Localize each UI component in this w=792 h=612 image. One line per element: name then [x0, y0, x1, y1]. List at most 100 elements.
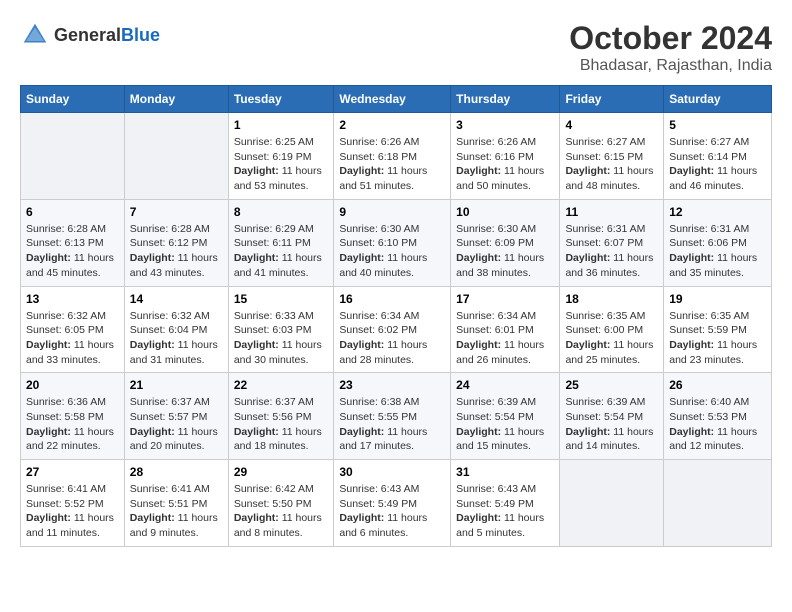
- day-info: Sunrise: 6:37 AMSunset: 5:56 PMDaylight:…: [234, 395, 329, 454]
- header-sunday: Sunday: [21, 86, 125, 113]
- day-cell: 15 Sunrise: 6:33 AMSunset: 6:03 PMDayligh…: [228, 286, 334, 373]
- day-info: Sunrise: 6:41 AMSunset: 5:52 PMDaylight:…: [26, 482, 119, 541]
- day-cell: 9 Sunrise: 6:30 AMSunset: 6:10 PMDaylight…: [334, 199, 451, 286]
- day-number: 24: [456, 378, 554, 392]
- day-cell: 2 Sunrise: 6:26 AMSunset: 6:18 PMDaylight…: [334, 113, 451, 200]
- day-info: Sunrise: 6:34 AMSunset: 6:01 PMDaylight:…: [456, 309, 554, 368]
- day-number: 19: [669, 292, 766, 306]
- day-number: 3: [456, 118, 554, 132]
- logo-blue: Blue: [121, 25, 160, 46]
- day-cell: 8 Sunrise: 6:29 AMSunset: 6:11 PMDaylight…: [228, 199, 334, 286]
- calendar-title: October 2024: [569, 20, 772, 57]
- day-cell: 1 Sunrise: 6:25 AMSunset: 6:19 PMDaylight…: [228, 113, 334, 200]
- day-info: Sunrise: 6:28 AMSunset: 6:12 PMDaylight:…: [130, 222, 223, 281]
- day-cell: 27 Sunrise: 6:41 AMSunset: 5:52 PMDayligh…: [21, 460, 125, 547]
- day-number: 7: [130, 205, 223, 219]
- day-number: 29: [234, 465, 329, 479]
- day-number: 1: [234, 118, 329, 132]
- day-info: Sunrise: 6:34 AMSunset: 6:02 PMDaylight:…: [339, 309, 445, 368]
- title-block: October 2024 Bhadasar, Rajasthan, India: [569, 20, 772, 75]
- day-number: 6: [26, 205, 119, 219]
- day-cell: 24 Sunrise: 6:39 AMSunset: 5:54 PMDayligh…: [451, 373, 560, 460]
- header-friday: Friday: [560, 86, 664, 113]
- day-number: 31: [456, 465, 554, 479]
- day-info: Sunrise: 6:29 AMSunset: 6:11 PMDaylight:…: [234, 222, 329, 281]
- header-thursday: Thursday: [451, 86, 560, 113]
- day-number: 9: [339, 205, 445, 219]
- day-cell: 25Sunrise: 6:39 AMSunset: 5:54 PMDayligh…: [560, 373, 664, 460]
- day-cell: [21, 113, 125, 200]
- day-number: 16: [339, 292, 445, 306]
- day-info: Sunrise: 6:36 AMSunset: 5:58 PMDaylight:…: [26, 395, 119, 454]
- day-cell: 7 Sunrise: 6:28 AMSunset: 6:12 PMDaylight…: [124, 199, 228, 286]
- header-row: SundayMondayTuesdayWednesdayThursdayFrid…: [21, 86, 772, 113]
- day-info: Sunrise: 6:31 AMSunset: 6:07 PMDaylight:…: [565, 222, 658, 281]
- day-info: Sunrise: 6:26 AMSunset: 6:18 PMDaylight:…: [339, 135, 445, 194]
- day-number: 30: [339, 465, 445, 479]
- page-header: General Blue October 2024 Bhadasar, Raja…: [20, 20, 772, 75]
- day-info: Sunrise: 6:41 AMSunset: 5:51 PMDaylight:…: [130, 482, 223, 541]
- logo-general: General: [54, 25, 121, 46]
- day-cell: 22 Sunrise: 6:37 AMSunset: 5:56 PMDayligh…: [228, 373, 334, 460]
- day-info: Sunrise: 6:27 AMSunset: 6:14 PMDaylight:…: [669, 135, 766, 194]
- logo: General Blue: [20, 20, 160, 50]
- day-info: Sunrise: 6:25 AMSunset: 6:19 PMDaylight:…: [234, 135, 329, 194]
- day-number: 18: [565, 292, 658, 306]
- day-number: 5: [669, 118, 766, 132]
- day-number: 14: [130, 292, 223, 306]
- day-number: 28: [130, 465, 223, 479]
- calendar-header: SundayMondayTuesdayWednesdayThursdayFrid…: [21, 86, 772, 113]
- day-number: 26: [669, 378, 766, 392]
- day-cell: 18Sunrise: 6:35 AMSunset: 6:00 PMDayligh…: [560, 286, 664, 373]
- week-row-0: 1 Sunrise: 6:25 AMSunset: 6:19 PMDaylight…: [21, 113, 772, 200]
- day-cell: 21Sunrise: 6:37 AMSunset: 5:57 PMDayligh…: [124, 373, 228, 460]
- day-number: 23: [339, 378, 445, 392]
- day-number: 17: [456, 292, 554, 306]
- day-cell: 10Sunrise: 6:30 AMSunset: 6:09 PMDayligh…: [451, 199, 560, 286]
- day-cell: 17 Sunrise: 6:34 AMSunset: 6:01 PMDayligh…: [451, 286, 560, 373]
- day-cell: 12 Sunrise: 6:31 AMSunset: 6:06 PMDayligh…: [664, 199, 772, 286]
- day-cell: 4Sunrise: 6:27 AMSunset: 6:15 PMDaylight…: [560, 113, 664, 200]
- day-cell: 20 Sunrise: 6:36 AMSunset: 5:58 PMDayligh…: [21, 373, 125, 460]
- day-cell: 3 Sunrise: 6:26 AMSunset: 6:16 PMDaylight…: [451, 113, 560, 200]
- day-number: 15: [234, 292, 329, 306]
- day-number: 2: [339, 118, 445, 132]
- day-info: Sunrise: 6:39 AMSunset: 5:54 PMDaylight:…: [565, 395, 658, 454]
- day-info: Sunrise: 6:30 AMSunset: 6:09 PMDaylight:…: [456, 222, 554, 281]
- day-cell: 13Sunrise: 6:32 AMSunset: 6:05 PMDayligh…: [21, 286, 125, 373]
- day-number: 21: [130, 378, 223, 392]
- day-cell: 28 Sunrise: 6:41 AMSunset: 5:51 PMDayligh…: [124, 460, 228, 547]
- day-cell: [124, 113, 228, 200]
- calendar-table: SundayMondayTuesdayWednesdayThursdayFrid…: [20, 85, 772, 547]
- week-row-3: 20 Sunrise: 6:36 AMSunset: 5:58 PMDayligh…: [21, 373, 772, 460]
- day-info: Sunrise: 6:31 AMSunset: 6:06 PMDaylight:…: [669, 222, 766, 281]
- day-number: 27: [26, 465, 119, 479]
- header-tuesday: Tuesday: [228, 86, 334, 113]
- day-cell: 23Sunrise: 6:38 AMSunset: 5:55 PMDayligh…: [334, 373, 451, 460]
- day-cell: 31 Sunrise: 6:43 AMSunset: 5:49 PMDayligh…: [451, 460, 560, 547]
- calendar-subtitle: Bhadasar, Rajasthan, India: [569, 57, 772, 75]
- day-info: Sunrise: 6:43 AMSunset: 5:49 PMDaylight:…: [456, 482, 554, 541]
- day-number: 8: [234, 205, 329, 219]
- day-info: Sunrise: 6:39 AMSunset: 5:54 PMDaylight:…: [456, 395, 554, 454]
- day-info: Sunrise: 6:33 AMSunset: 6:03 PMDaylight:…: [234, 309, 329, 368]
- day-number: 22: [234, 378, 329, 392]
- day-cell: 26Sunrise: 6:40 AMSunset: 5:53 PMDayligh…: [664, 373, 772, 460]
- day-info: Sunrise: 6:32 AMSunset: 6:05 PMDaylight:…: [26, 309, 119, 368]
- day-number: 12: [669, 205, 766, 219]
- week-row-4: 27 Sunrise: 6:41 AMSunset: 5:52 PMDayligh…: [21, 460, 772, 547]
- header-wednesday: Wednesday: [334, 86, 451, 113]
- day-info: Sunrise: 6:26 AMSunset: 6:16 PMDaylight:…: [456, 135, 554, 194]
- day-number: 20: [26, 378, 119, 392]
- day-cell: 6 Sunrise: 6:28 AMSunset: 6:13 PMDaylight…: [21, 199, 125, 286]
- day-info: Sunrise: 6:28 AMSunset: 6:13 PMDaylight:…: [26, 222, 119, 281]
- week-row-2: 13Sunrise: 6:32 AMSunset: 6:05 PMDayligh…: [21, 286, 772, 373]
- day-info: Sunrise: 6:42 AMSunset: 5:50 PMDaylight:…: [234, 482, 329, 541]
- day-cell: 29 Sunrise: 6:42 AMSunset: 5:50 PMDayligh…: [228, 460, 334, 547]
- day-cell: 30Sunrise: 6:43 AMSunset: 5:49 PMDayligh…: [334, 460, 451, 547]
- day-cell: 14 Sunrise: 6:32 AMSunset: 6:04 PMDayligh…: [124, 286, 228, 373]
- week-row-1: 6 Sunrise: 6:28 AMSunset: 6:13 PMDaylight…: [21, 199, 772, 286]
- day-cell: [560, 460, 664, 547]
- day-info: Sunrise: 6:30 AMSunset: 6:10 PMDaylight:…: [339, 222, 445, 281]
- day-info: Sunrise: 6:32 AMSunset: 6:04 PMDaylight:…: [130, 309, 223, 368]
